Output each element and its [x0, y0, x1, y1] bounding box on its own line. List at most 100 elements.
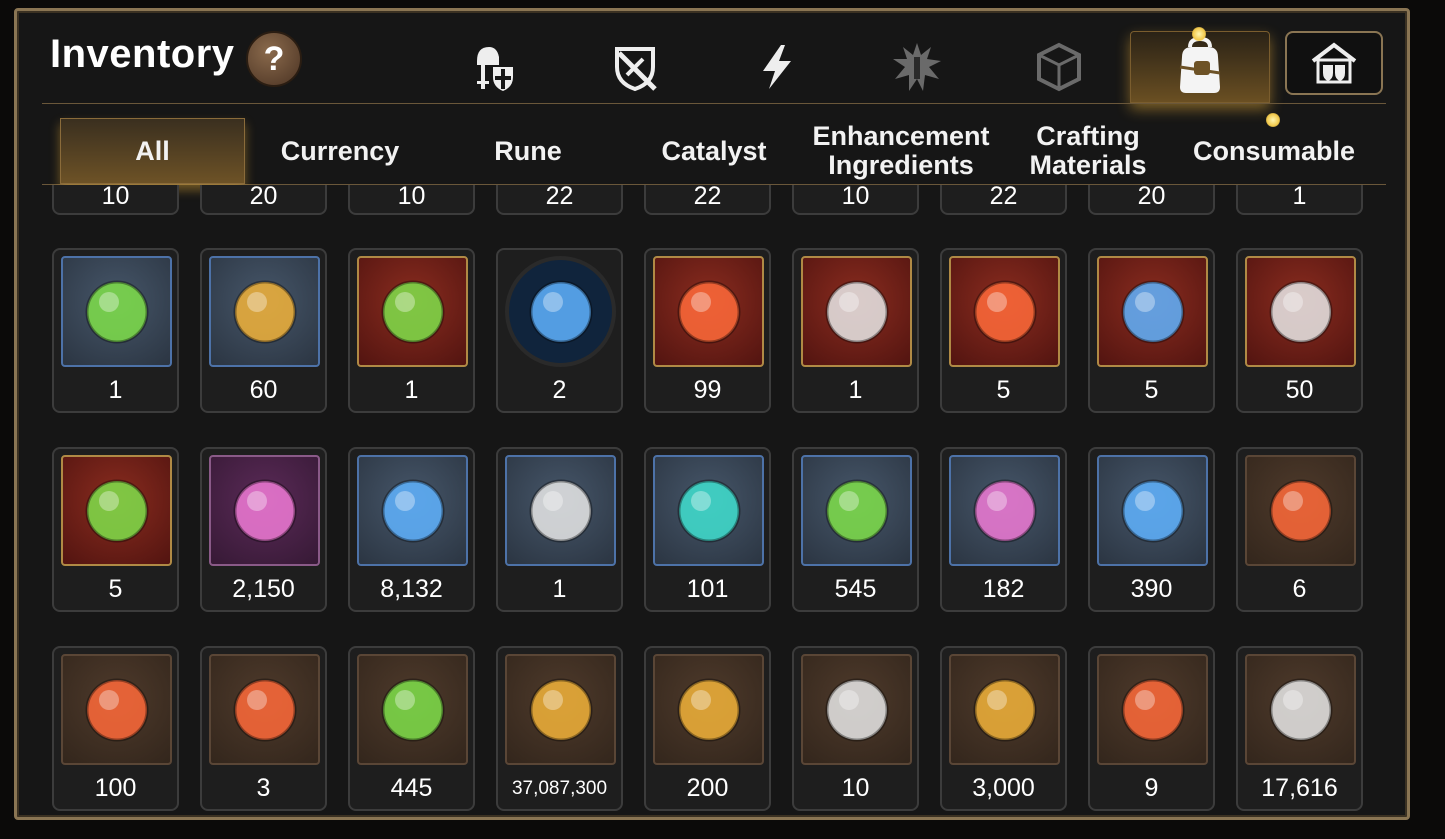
chess-knight-icon — [1245, 654, 1356, 765]
item-slot[interactable]: 3 — [200, 646, 327, 811]
item-quantity: 10 — [841, 182, 870, 210]
item-quantity: 50 — [1285, 376, 1314, 404]
item-quantity: 5 — [996, 376, 1011, 404]
tab-label: All — [135, 135, 170, 166]
tab-crafting-materials[interactable]: Crafting Materials — [998, 118, 1178, 184]
category-tabs: All Currency Rune Catalyst Enhancement I… — [60, 118, 1380, 184]
item-quantity: 1 — [404, 376, 419, 404]
item-quantity: 22 — [693, 182, 722, 210]
item-slot[interactable]: 182 — [940, 447, 1067, 612]
blue-crystal-icon — [357, 455, 468, 566]
item-quantity: 20 — [249, 182, 278, 210]
tab-catalyst[interactable]: Catalyst — [624, 118, 804, 184]
item-slot[interactable]: 17,616 — [1236, 646, 1363, 811]
item-slot[interactable]: 3,000 — [940, 646, 1067, 811]
item-quantity: 22 — [545, 182, 574, 210]
item-slot[interactable]: 1 — [52, 248, 179, 413]
item-quantity: 9 — [1144, 774, 1159, 802]
item-slot[interactable]: 445 — [348, 646, 475, 811]
item-slot[interactable]: 200 — [644, 646, 771, 811]
gold-sun-coin-icon — [505, 654, 616, 765]
tab-label: Currency — [280, 135, 400, 166]
item-slot[interactable]: 10 — [52, 182, 179, 215]
item-slot[interactable]: 10 — [792, 182, 919, 215]
item-slot[interactable]: 5 — [1088, 248, 1215, 413]
red-bracelet-icon — [61, 654, 172, 765]
item-slot[interactable]: 10 — [792, 646, 919, 811]
crescent-flower-icon — [209, 455, 320, 566]
guild-house-icon[interactable] — [1285, 31, 1383, 95]
knight-shield-icon[interactable] — [458, 34, 528, 100]
notification-dot — [1192, 27, 1206, 41]
lava-orb-icon — [1245, 455, 1356, 566]
item-slot[interactable]: 9 — [1088, 646, 1215, 811]
bag-icon[interactable] — [1130, 31, 1270, 103]
tab-label: Crafting Materials — [1029, 121, 1147, 180]
item-slot[interactable]: 1 — [792, 248, 919, 413]
item-quantity: 200 — [686, 774, 729, 802]
broken-cube-icon[interactable] — [1024, 34, 1094, 100]
item-quantity: 22 — [989, 182, 1018, 210]
item-slot[interactable]: 2 — [496, 248, 623, 413]
item-quantity: 60 — [249, 376, 278, 404]
item-slot[interactable]: 101 — [644, 447, 771, 612]
green-pot-icon — [357, 256, 468, 367]
item-slot[interactable]: 1 — [1236, 182, 1363, 215]
star-pendant-icon — [1097, 455, 1208, 566]
tab-enhancement-ingredients[interactable]: Enhancement Ingredients — [810, 118, 992, 184]
item-quantity: 545 — [834, 575, 877, 603]
green-heart-icon — [357, 654, 468, 765]
item-quantity: 1 — [552, 575, 567, 603]
item-slot[interactable]: 22 — [496, 182, 623, 215]
item-slot[interactable]: 37,087,300 — [496, 646, 623, 811]
item-quantity: 6 — [1292, 575, 1307, 603]
item-quantity: 10 — [397, 182, 426, 210]
item-slot[interactable]: 545 — [792, 447, 919, 612]
tab-label: Enhancement Ingredients — [812, 121, 990, 180]
item-slot[interactable]: 1 — [496, 447, 623, 612]
gold-fist-emblem-icon — [949, 654, 1060, 765]
crossed-shield-icon[interactable] — [600, 34, 670, 100]
item-slot[interactable]: 390 — [1088, 447, 1215, 612]
lightning-icon[interactable] — [742, 34, 812, 100]
tab-consumable[interactable]: Consumable — [1184, 118, 1364, 184]
red-badge-icon — [209, 654, 320, 765]
item-quantity: 5 — [1144, 376, 1159, 404]
tab-rune[interactable]: Rune — [438, 118, 618, 184]
item-slot[interactable]: 22 — [940, 182, 1067, 215]
page-title: Inventory — [50, 32, 235, 76]
item-slot[interactable]: 6 — [1236, 447, 1363, 612]
item-quantity: 100 — [94, 774, 137, 802]
item-slot[interactable]: 5 — [940, 248, 1067, 413]
item-slot[interactable]: 100 — [52, 646, 179, 811]
item-quantity: 3 — [256, 774, 271, 802]
item-slot[interactable]: 99 — [644, 248, 771, 413]
pocket-watch-bookmark-icon — [505, 455, 616, 566]
item-slot[interactable]: 1 — [348, 248, 475, 413]
item-slot[interactable]: 5 — [52, 447, 179, 612]
item-slot[interactable]: 20 — [200, 182, 327, 215]
help-button[interactable]: ? — [246, 31, 302, 87]
tab-all[interactable]: All — [60, 118, 245, 184]
item-quantity: 1 — [108, 376, 123, 404]
item-slot[interactable]: 20 — [1088, 182, 1215, 215]
item-slot[interactable]: 8,132 — [348, 447, 475, 612]
item-slot[interactable]: 2,150 — [200, 447, 327, 612]
cyan-crystal-icon — [653, 455, 764, 566]
item-slot[interactable]: 60 — [200, 248, 327, 413]
item-slot[interactable]: 10 — [348, 182, 475, 215]
item-quantity: 2,150 — [232, 575, 295, 603]
item-quantity: 10 — [101, 182, 130, 210]
splatter-icon[interactable] — [882, 34, 952, 100]
item-slot[interactable]: 22 — [644, 182, 771, 215]
item-slot[interactable]: 50 — [1236, 248, 1363, 413]
notification-dot — [1266, 113, 1280, 127]
item-quantity: 1 — [1292, 182, 1307, 210]
item-quantity: 17,616 — [1261, 774, 1338, 802]
tab-currency[interactable]: Currency — [250, 118, 430, 184]
gold-hexagon-emblem-icon — [653, 654, 764, 765]
item-quantity: 2 — [552, 376, 567, 404]
ginseng-root-icon — [209, 256, 320, 367]
item-quantity: 99 — [693, 376, 722, 404]
item-quantity: 390 — [1130, 575, 1173, 603]
